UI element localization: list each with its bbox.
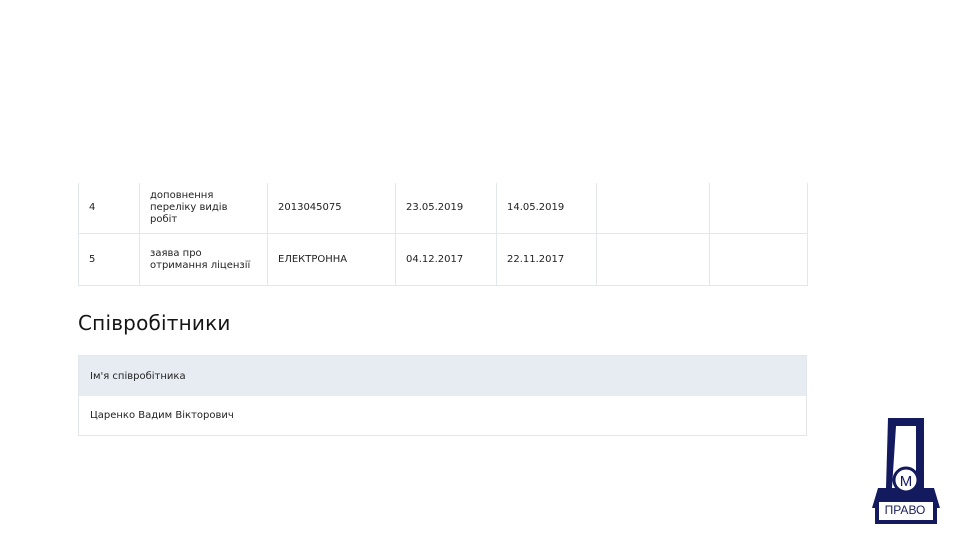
- section-title-employees: Співробітники: [78, 311, 231, 335]
- cell-license-number: ЕЛЕКТРОННА: [267, 233, 396, 286]
- page: 4 доповнення переліку видів робіт 201304…: [0, 0, 960, 540]
- cell-number: 5: [78, 233, 140, 286]
- cell-date: 04.12.2017: [395, 233, 497, 286]
- table-row: Царенко Вадим Вікторович: [79, 396, 806, 435]
- licenses-table: 4 доповнення переліку видів робіт 201304…: [78, 183, 808, 286]
- cell-empty: [596, 183, 710, 234]
- table-row: 5 заява про отримання ліцензії ЕЛЕКТРОНН…: [78, 233, 808, 286]
- cell-date: 14.05.2019: [496, 183, 597, 234]
- cell-date: 23.05.2019: [395, 183, 497, 234]
- cell-type: заява про отримання ліцензії: [139, 233, 268, 286]
- table-row: 4 доповнення переліку видів робіт 201304…: [78, 183, 808, 234]
- employees-table: Ім'я співробітника Царенко Вадим Вікторо…: [78, 355, 807, 436]
- logo-caption: ПРАВО: [884, 503, 926, 517]
- cell-number: 4: [78, 183, 140, 234]
- cell-empty: [709, 183, 808, 234]
- cell-empty: [709, 233, 808, 286]
- logo-emblem-letter: М: [900, 473, 913, 490]
- logo-letter-shape: [872, 418, 940, 508]
- cell-empty: [596, 233, 710, 286]
- employees-table-header: Ім'я співробітника: [79, 356, 806, 396]
- cell-type: доповнення переліку видів робіт: [139, 183, 268, 234]
- cell-date: 22.11.2017: [496, 233, 597, 286]
- cell-license-number: 2013045075: [267, 183, 396, 234]
